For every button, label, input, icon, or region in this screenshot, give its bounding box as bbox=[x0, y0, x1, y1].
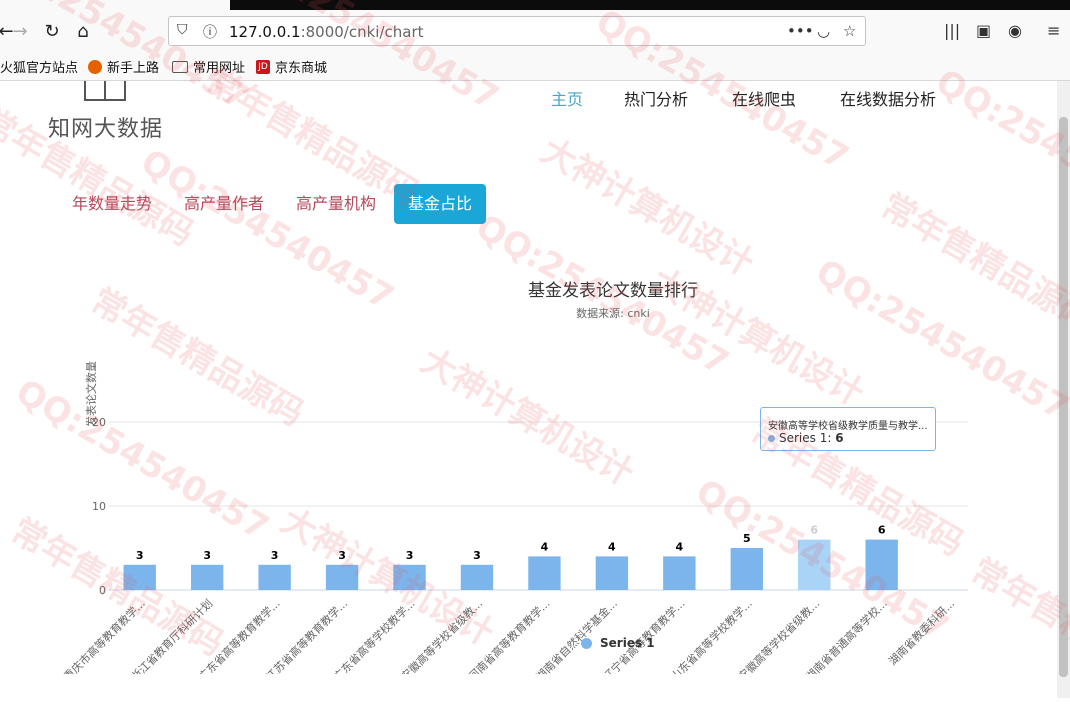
folder-icon bbox=[172, 60, 188, 73]
chart-bar bbox=[393, 564, 426, 590]
jd-icon: JD bbox=[256, 59, 270, 74]
tab-top-authors[interactable]: 高产量作者 bbox=[170, 184, 278, 224]
bookmark-label: 新手上路 bbox=[107, 61, 160, 76]
chart-plot: 010203重庆市高等教育教学...3浙江省教育厅科研计划3广东省高等教育教学.… bbox=[61, 416, 968, 674]
pocket-icon[interactable]: ◡ bbox=[817, 22, 830, 40]
chart-bar bbox=[595, 556, 629, 590]
page-content: 知网大数据 主页 热门分析 在线爬虫 在线数据分析 年数量走势 高产量作者 高产… bbox=[0, 81, 1057, 698]
bookmark-label: 京东商城 bbox=[275, 61, 328, 76]
x-tick-label: 湖南省教委科研... bbox=[885, 596, 957, 668]
nav-online-data-analysis[interactable]: 在线数据分析 bbox=[840, 86, 936, 110]
bookmark-item[interactable]: 火狐官方站点 bbox=[0, 57, 78, 76]
chart-bar bbox=[190, 564, 224, 590]
chart-bar bbox=[123, 564, 156, 590]
data-label: 5 bbox=[743, 532, 751, 545]
bookmark-label: 常用网址 bbox=[193, 61, 246, 76]
url-path: :8000/cnki/chart bbox=[300, 23, 424, 41]
chart-bar bbox=[730, 548, 763, 590]
series-dot-icon bbox=[768, 435, 775, 442]
chart-bar bbox=[460, 564, 494, 590]
browser-toolbar: ← → ↻ ⌂ ⛉ ⓘ 127.0.0.1:8000/cnki/chart ••… bbox=[0, 0, 1070, 81]
chart-bar bbox=[798, 539, 831, 590]
bookmark-label: 火狐官方站点 bbox=[0, 61, 79, 76]
nav-home[interactable]: 主页 bbox=[551, 86, 583, 110]
forward-icon[interactable]: → bbox=[6, 18, 34, 44]
nav-hot-analysis[interactable]: 热门分析 bbox=[624, 86, 688, 110]
data-label: 3 bbox=[203, 549, 211, 562]
tab-yearly-trend[interactable]: 年数量走势 bbox=[58, 184, 166, 224]
data-label: 4 bbox=[541, 540, 549, 553]
data-label: 4 bbox=[676, 540, 684, 553]
chart-legend[interactable]: Series 1 bbox=[581, 636, 655, 650]
data-label: 3 bbox=[136, 549, 144, 562]
bookmark-item[interactable]: 常用网址 bbox=[172, 57, 245, 76]
chart-bar bbox=[865, 539, 898, 590]
data-label: 3 bbox=[338, 549, 346, 562]
legend-label: Series 1 bbox=[600, 636, 655, 650]
bookmarks-bar: 火狐官方站点 新手上路 常用网址 JD 京东商城 bbox=[0, 54, 1070, 78]
fund-chart: 基金发表论文数量排行 数据来源: cnki 发表论文数量 0 10 20 3 重庆市高等… bbox=[0, 274, 1057, 674]
tooltip-title: 安徽高等学校省级教学质量与教学... bbox=[768, 421, 928, 432]
shield-icon[interactable]: ⛉ bbox=[177, 22, 188, 38]
library-icon[interactable]: ||| bbox=[944, 21, 960, 40]
tab-strip bbox=[0, 0, 1070, 10]
data-label: 3 bbox=[406, 549, 414, 562]
tooltip-value-row: Series 1: 6 bbox=[768, 431, 844, 445]
chart-bar bbox=[663, 556, 696, 590]
firefox-icon bbox=[88, 59, 102, 74]
site-logo[interactable]: 知网大数据 bbox=[48, 111, 163, 143]
bookmark-item[interactable]: 新手上路 bbox=[88, 57, 159, 76]
y-tick-label: 10 bbox=[92, 500, 106, 513]
page-scrollbar[interactable] bbox=[1057, 81, 1070, 698]
data-label: 4 bbox=[608, 540, 616, 553]
tab-fund-ratio[interactable]: 基金占比 bbox=[394, 184, 487, 224]
data-label: 6 bbox=[810, 524, 818, 537]
url-host: 127.0.0.1 bbox=[229, 23, 301, 41]
more-actions-icon[interactable]: ••• bbox=[787, 22, 814, 40]
reload-icon[interactable]: ↻ bbox=[38, 18, 66, 44]
sidebar-icon[interactable]: ▣ bbox=[976, 21, 991, 40]
tooltip-series-label: Series 1: bbox=[779, 431, 836, 445]
book-icon bbox=[84, 81, 126, 101]
url-bar[interactable]: ⛉ ⓘ 127.0.0.1:8000/cnki/chart ••• ◡ ☆ bbox=[168, 16, 866, 46]
data-label: 3 bbox=[473, 549, 481, 562]
active-tab[interactable] bbox=[0, 0, 230, 10]
y-tick-label: 20 bbox=[92, 416, 106, 429]
chart-bar bbox=[528, 556, 561, 590]
home-icon[interactable]: ⌂ bbox=[69, 18, 97, 44]
menu-icon[interactable]: ≡ bbox=[1047, 21, 1060, 40]
chart-bar bbox=[325, 564, 359, 590]
scroll-thumb[interactable] bbox=[1059, 117, 1068, 677]
chart-bar bbox=[258, 564, 291, 590]
tooltip-value: 6 bbox=[835, 431, 844, 445]
tab-top-institutions[interactable]: 高产量机构 bbox=[282, 184, 390, 224]
data-label: 6 bbox=[878, 524, 886, 537]
legend-dot-icon bbox=[581, 637, 592, 649]
bookmark-item[interactable]: JD 京东商城 bbox=[256, 57, 327, 76]
url-text[interactable]: 127.0.0.1:8000/cnki/chart bbox=[229, 23, 424, 41]
account-icon[interactable]: ◉ bbox=[1008, 21, 1022, 40]
info-icon[interactable]: ⓘ bbox=[203, 22, 217, 42]
chart-tooltip: 安徽高等学校省级教学质量与教学... Series 1: 6 bbox=[760, 407, 936, 451]
data-label: 3 bbox=[271, 549, 279, 562]
nav-online-crawler[interactable]: 在线爬虫 bbox=[732, 86, 796, 110]
x-tick-label: 重庆市高等教育教学... bbox=[61, 596, 148, 674]
y-tick-label: 0 bbox=[99, 584, 106, 597]
bookmark-star-icon[interactable]: ☆ bbox=[843, 22, 856, 40]
